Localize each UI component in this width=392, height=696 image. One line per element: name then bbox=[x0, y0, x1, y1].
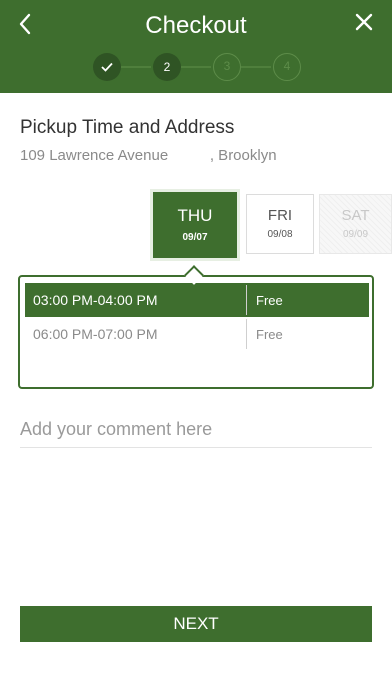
day-name: THU bbox=[177, 206, 213, 225]
next-button[interactable]: NEXT bbox=[20, 606, 372, 642]
close-icon[interactable] bbox=[352, 12, 376, 38]
pickup-title: Pickup Time and Address bbox=[20, 117, 235, 138]
day-thu[interactable]: THU 09/07 bbox=[150, 189, 240, 261]
time-slot-list: 03:00 PM-04:00 PM Free 06:00 PM-07:00 PM… bbox=[18, 275, 374, 389]
day-name: SAT bbox=[341, 207, 370, 224]
step-1-complete bbox=[93, 53, 121, 81]
time-slot-row[interactable]: 06:00 PM-07:00 PM Free bbox=[25, 317, 369, 351]
day-sat: SAT 09/09 bbox=[319, 194, 392, 254]
slot-time: 06:00 PM-07:00 PM bbox=[33, 326, 158, 342]
step-2-current: 2 bbox=[153, 53, 181, 81]
time-slot-row[interactable]: 03:00 PM-04:00 PM Free bbox=[25, 283, 369, 317]
slot-divider bbox=[246, 285, 247, 315]
day-fri[interactable]: FRI 09/08 bbox=[246, 194, 314, 254]
step-connector bbox=[121, 66, 151, 68]
step-connector bbox=[241, 66, 271, 68]
slot-price: Free bbox=[256, 327, 283, 342]
day-date: 09/08 bbox=[267, 229, 293, 240]
step-connector bbox=[181, 66, 211, 68]
comment-input[interactable] bbox=[20, 412, 372, 448]
checkout-header: Checkout 2 3 4 bbox=[0, 0, 392, 93]
pickup-address: 109 Lawrence Avenue , Brooklyn bbox=[20, 147, 277, 164]
day-date: 09/09 bbox=[342, 229, 369, 240]
day-date: 09/07 bbox=[182, 232, 208, 243]
check-icon bbox=[101, 62, 113, 72]
page-title: Checkout bbox=[145, 12, 247, 39]
day-name: FRI bbox=[267, 207, 293, 224]
step-3: 3 bbox=[213, 53, 241, 81]
slot-divider bbox=[246, 319, 247, 349]
checkout-stepper: 2 3 4 bbox=[93, 52, 301, 82]
step-4: 4 bbox=[273, 53, 301, 81]
slot-price: Free bbox=[256, 293, 283, 308]
slot-time: 03:00 PM-04:00 PM bbox=[33, 292, 158, 308]
